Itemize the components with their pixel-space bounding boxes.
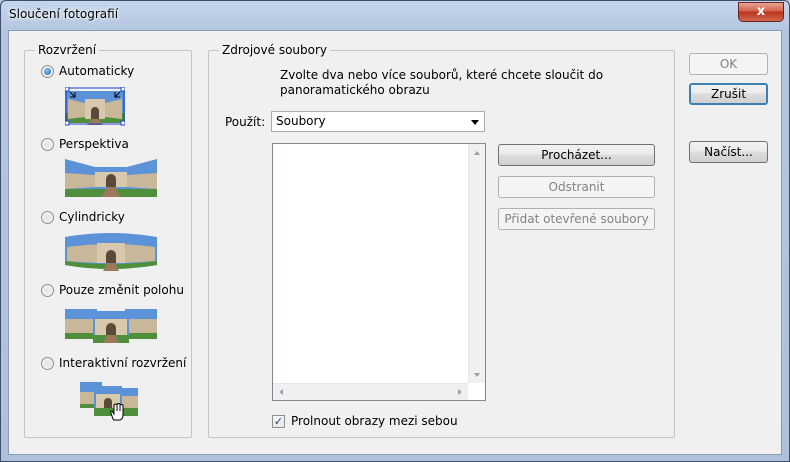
layout-groupbox: Rozvržení Automaticky Perspektiva Cylind… [24, 43, 192, 438]
radio-reposition-only[interactable]: Pouze změnit polohu [41, 282, 184, 298]
dialog-client-area: Rozvržení Automaticky Perspektiva Cylind… [8, 30, 782, 455]
dropdown-arrow-icon[interactable] [471, 120, 479, 125]
browse-button[interactable]: Procházet... [498, 144, 655, 166]
hand-cursor-icon [110, 403, 124, 421]
reposition-preview-thumbnail [65, 309, 157, 343]
close-icon: x [756, 4, 766, 19]
radio-button-interactive-layout[interactable] [41, 356, 54, 370]
ok-button[interactable]: OK [689, 53, 768, 75]
horizontal-scrollbar[interactable] [273, 383, 468, 400]
use-dropdown[interactable]: Soubory [271, 111, 485, 132]
source-description-line2: panoramatického obrazu [280, 83, 430, 97]
remove-button[interactable]: Odstranit [498, 176, 655, 198]
source-description: Zvolte dva nebo více souborů, které chce… [280, 68, 603, 98]
blend-images-checkbox[interactable]: ✓ [272, 414, 285, 428]
dialog-window: Sloučení fotografií x Rozvržení Automati… [0, 0, 790, 462]
blend-images-option[interactable]: ✓ Prolnout obrazy mezi sebou [272, 414, 458, 428]
radio-label-automatic: Automaticky [59, 64, 135, 78]
window-title: Sloučení fotografií [9, 7, 119, 21]
vertical-scrollbar[interactable] [468, 144, 485, 383]
scroll-right-icon[interactable] [458, 389, 462, 395]
title-bar[interactable]: Sloučení fotografií x [1, 1, 789, 29]
source-description-line1: Zvolte dva nebo více souborů, které chce… [280, 68, 604, 82]
radio-interactive-layout[interactable]: Interaktivní rozvržení [41, 355, 186, 371]
perspective-preview-thumbnail [65, 159, 157, 197]
blend-images-label: Prolnout obrazy mezi sebou [291, 414, 458, 428]
scroll-down-icon[interactable] [474, 373, 480, 377]
radio-perspective[interactable]: Perspektiva [41, 136, 129, 152]
radio-button-automatic[interactable] [41, 64, 54, 78]
radio-label-cylindrical: Cylindricky [59, 210, 125, 224]
radio-button-perspective[interactable] [41, 137, 54, 151]
radio-selected-dot [44, 67, 51, 75]
use-dropdown-value: Soubory [276, 114, 326, 128]
close-button[interactable]: x [738, 2, 784, 22]
radio-button-cylindrical[interactable] [41, 210, 54, 224]
use-label: Použít: [225, 115, 266, 129]
radio-automatic[interactable]: Automaticky [41, 63, 134, 79]
source-files-list[interactable] [272, 143, 486, 401]
layout-legend: Rozvržení [35, 43, 100, 57]
cancel-button[interactable]: Zrušit [689, 83, 768, 105]
source-files-legend: Zdrojové soubory [219, 43, 331, 57]
add-open-files-button[interactable]: Přidat otevřené soubory [498, 208, 655, 230]
scroll-left-icon[interactable] [279, 389, 283, 395]
load-button[interactable]: Načíst... [689, 141, 768, 163]
radio-button-reposition-only[interactable] [41, 283, 54, 297]
radio-cylindrical[interactable]: Cylindricky [41, 209, 125, 225]
radio-label-reposition-only: Pouze změnit polohu [59, 283, 184, 297]
automatic-preview-thumbnail [65, 87, 125, 126]
scroll-up-icon[interactable] [474, 151, 480, 155]
radio-label-perspective: Perspektiva [59, 137, 129, 151]
radio-label-interactive-layout: Interaktivní rozvržení [59, 356, 187, 370]
cylindrical-preview-thumbnail [65, 233, 157, 271]
